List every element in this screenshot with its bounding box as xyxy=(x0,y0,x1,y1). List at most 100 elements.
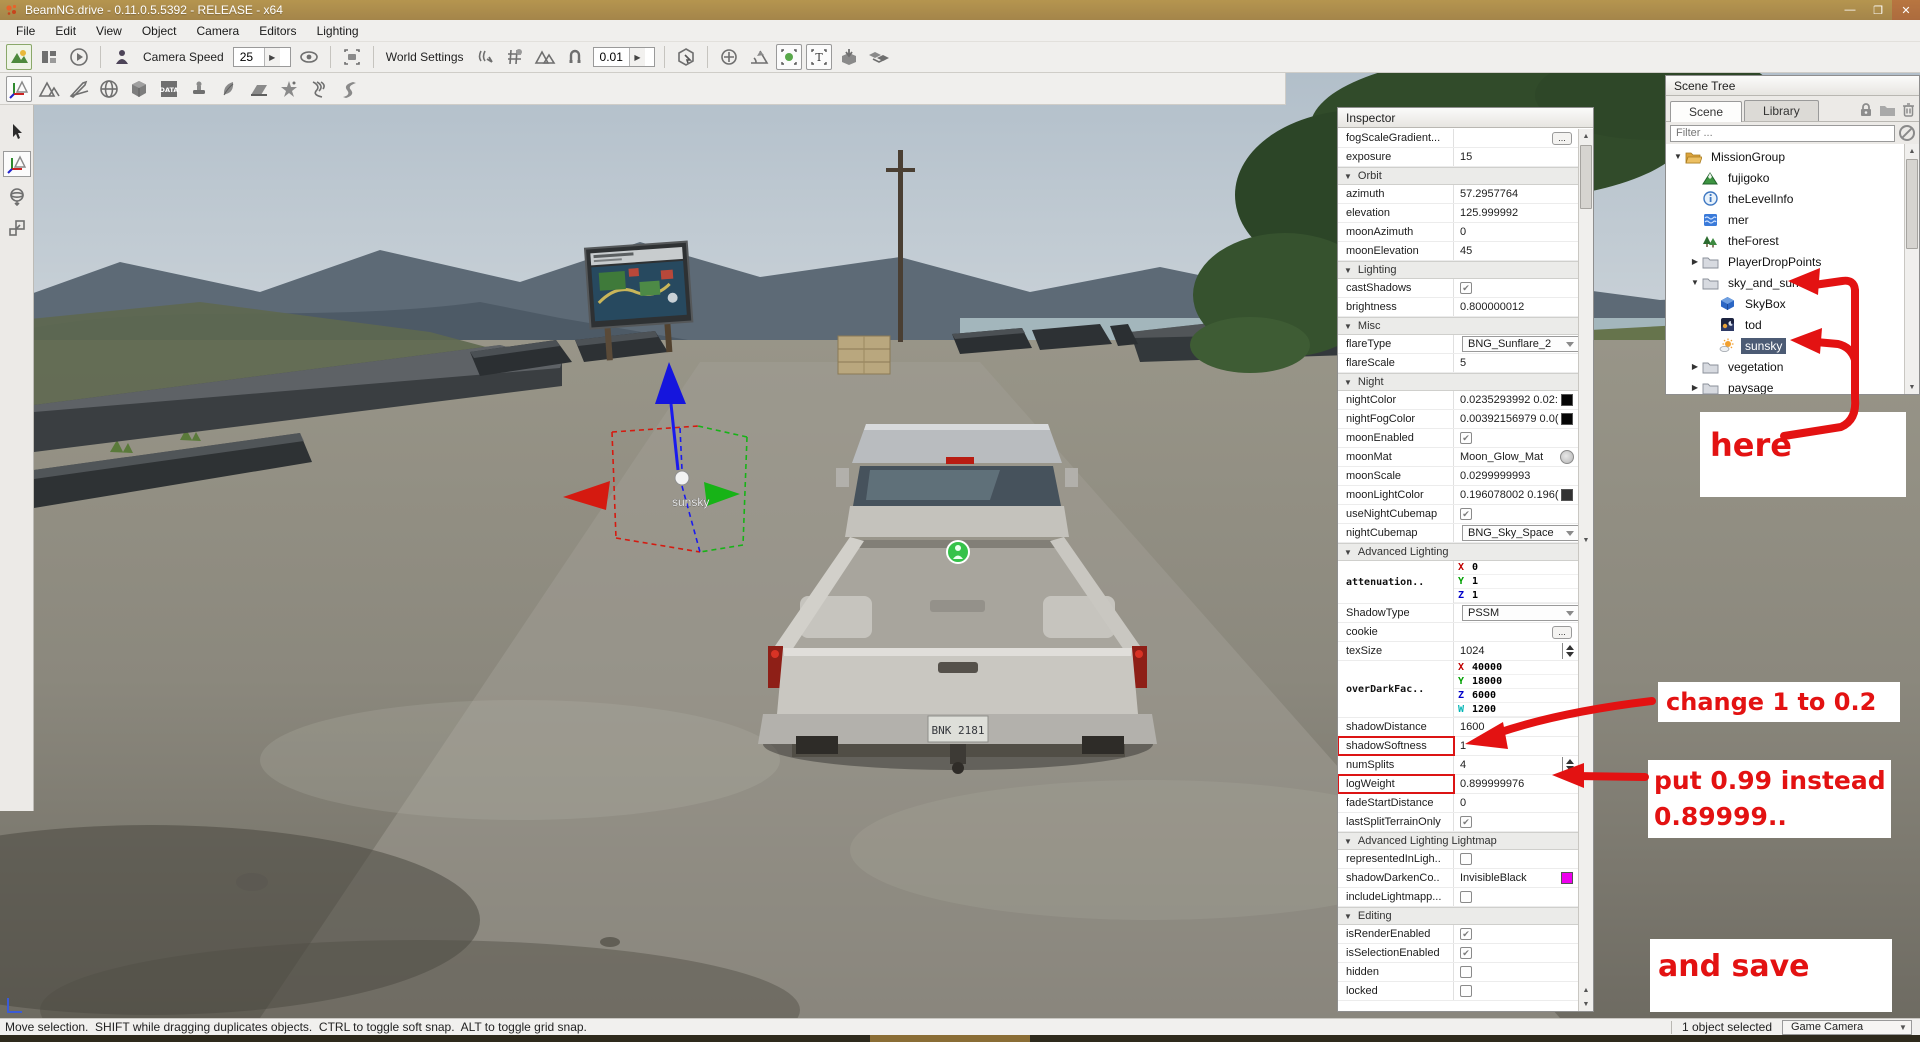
property-value[interactable]: 0.800000012 xyxy=(1454,298,1578,316)
property-value[interactable]: 0 xyxy=(1454,223,1578,241)
property-value[interactable]: Moon_Glow_Mat xyxy=(1454,448,1578,466)
menu-item-file[interactable]: File xyxy=(6,21,45,41)
value-text[interactable]: 1024 xyxy=(1460,645,1484,657)
value-text[interactable]: Moon_Glow_Mat xyxy=(1460,451,1543,463)
world-center-icon[interactable] xyxy=(716,44,742,70)
property-value[interactable]: 5 xyxy=(1454,354,1578,372)
checkbox-checked[interactable]: ✔ xyxy=(1460,928,1472,940)
mesh-road-icon[interactable] xyxy=(246,76,272,102)
checkbox-checked[interactable]: ✔ xyxy=(1460,816,1472,828)
checkbox-unchecked[interactable] xyxy=(1460,891,1472,903)
property-value[interactable]: ... xyxy=(1454,623,1578,641)
inspector-scrollbar[interactable]: ▲ ▼ ▲ ▼ xyxy=(1578,129,1593,1011)
scroll-down-icon[interactable]: ▼ xyxy=(1579,533,1593,547)
vector-component-row[interactable]: X 40000 xyxy=(1454,661,1578,675)
value-text[interactable]: 0.00392156979 0.0( xyxy=(1460,413,1558,425)
camera-mode-dropdown[interactable]: Game Camera ▼ xyxy=(1782,1019,1912,1035)
value-text[interactable]: InvisibleBlack xyxy=(1460,872,1527,884)
property-value[interactable]: 1 xyxy=(1454,737,1578,755)
filter-input[interactable] xyxy=(1670,124,1895,142)
dropdown-arrow-icon[interactable]: ▶ xyxy=(628,48,645,66)
checkbox-unchecked[interactable] xyxy=(1460,966,1472,978)
browse-button[interactable]: ... xyxy=(1552,625,1572,639)
property-value[interactable]: 0.899999976 xyxy=(1454,775,1578,793)
play-icon[interactable] xyxy=(66,44,92,70)
expand-arrow-icon[interactable]: ▶ xyxy=(1689,257,1701,266)
menu-item-edit[interactable]: Edit xyxy=(45,21,86,41)
tree-item-label[interactable]: paysage xyxy=(1724,380,1777,395)
collapse-arrow-icon[interactable]: ▼ xyxy=(1344,172,1352,181)
tree-item-label[interactable]: vegetation xyxy=(1724,359,1787,375)
tree-item-label[interactable]: SkyBox xyxy=(1741,296,1790,312)
value-text[interactable]: 4 xyxy=(1460,759,1466,771)
property-value[interactable]: ✔ xyxy=(1454,813,1578,831)
value-text[interactable]: 5 xyxy=(1460,357,1466,369)
scroll-down-icon[interactable]: ▼ xyxy=(1579,997,1593,1011)
player-camera-icon[interactable] xyxy=(109,44,135,70)
property-value[interactable]: PSSM xyxy=(1454,604,1578,622)
menu-item-view[interactable]: View xyxy=(86,21,132,41)
axis-value[interactable]: 0 xyxy=(1472,562,1478,573)
property-value[interactable]: 15 xyxy=(1454,148,1578,166)
collapse-arrow-icon[interactable]: ▼ xyxy=(1344,378,1352,387)
value-text[interactable]: 0 xyxy=(1460,797,1466,809)
tree-item-tod[interactable]: tod xyxy=(1666,314,1904,335)
property-value[interactable]: 57.2957764 xyxy=(1454,185,1578,203)
property-value[interactable]: InvisibleBlack xyxy=(1454,869,1578,887)
scroll-up-icon[interactable]: ▲ xyxy=(1579,983,1593,997)
number-stepper[interactable] xyxy=(1562,643,1576,659)
object-editor-icon[interactable] xyxy=(6,75,32,102)
tree-item-sky_and_sun[interactable]: ▼ sky_and_sun xyxy=(1666,272,1904,293)
section-header-misc[interactable]: ▼ Misc xyxy=(1338,317,1578,335)
tree-item-label[interactable]: mer xyxy=(1724,212,1753,228)
property-value[interactable]: 0 xyxy=(1454,794,1578,812)
tree-item-label[interactable]: PlayerDropPoints xyxy=(1724,254,1825,270)
color-swatch[interactable] xyxy=(1561,394,1573,406)
terrain-painter-icon[interactable] xyxy=(66,76,92,102)
vector-component-row[interactable]: Y1 xyxy=(1454,575,1578,589)
tree-item-skybox[interactable]: SkyBox xyxy=(1666,293,1904,314)
tree-item-theforest[interactable]: theForest xyxy=(1666,230,1904,251)
collapse-arrow-icon[interactable]: ▼ xyxy=(1344,548,1352,557)
close-button[interactable]: ✕ xyxy=(1892,0,1920,20)
checkbox-checked[interactable]: ✔ xyxy=(1460,282,1472,294)
color-swatch[interactable] xyxy=(1561,872,1573,884)
vector-component-row[interactable]: Z1 xyxy=(1454,589,1578,603)
vector-component-row[interactable]: Z 6000 xyxy=(1454,689,1578,703)
grid-snap-icon[interactable] xyxy=(502,44,528,70)
menu-item-camera[interactable]: Camera xyxy=(187,21,250,41)
collapse-arrow-icon[interactable]: ▼ xyxy=(1344,266,1352,275)
tree-item-label[interactable]: fujigoko xyxy=(1724,170,1773,186)
section-header-advanced-lighting[interactable]: ▼ Advanced Lighting xyxy=(1338,543,1578,561)
section-header-editing[interactable]: ▼ Editing xyxy=(1338,907,1578,925)
tree-item-label[interactable]: sky_and_sun xyxy=(1724,275,1803,291)
camera-speed-dropdown[interactable]: 25 ▶ xyxy=(232,47,291,67)
tree-item-fujigoko[interactable]: fujigoko xyxy=(1666,167,1904,188)
tree-item-paysage[interactable]: ▶ paysage xyxy=(1666,377,1904,395)
axis-value[interactable]: 1 xyxy=(1472,576,1478,587)
scene-tree-scrollbar[interactable]: ▲ ▼ xyxy=(1904,144,1919,394)
menu-item-editors[interactable]: Editors xyxy=(249,21,306,41)
menu-item-lighting[interactable]: Lighting xyxy=(307,21,369,41)
maximize-button[interactable]: ❐ xyxy=(1864,0,1892,20)
scroll-up-icon[interactable]: ▲ xyxy=(1579,129,1593,143)
new-folder-icon[interactable] xyxy=(1879,103,1896,117)
box-export-icon[interactable] xyxy=(866,44,892,70)
delete-trash-icon[interactable] xyxy=(1902,102,1915,117)
tree-item-sunsky[interactable]: sunsky xyxy=(1666,335,1904,356)
scroll-up-icon[interactable]: ▲ xyxy=(1905,144,1919,158)
datablock-editor-icon[interactable]: DATA xyxy=(156,76,182,102)
tree-item-vegetation[interactable]: ▶ vegetation xyxy=(1666,356,1904,377)
value-text[interactable]: 15 xyxy=(1460,151,1472,163)
axis-value[interactable]: 6000 xyxy=(1472,690,1496,701)
checkbox-unchecked[interactable] xyxy=(1460,853,1472,865)
property-value[interactable]: 125.999992 xyxy=(1454,204,1578,222)
browse-button[interactable]: ... xyxy=(1552,131,1572,145)
material-cube-icon[interactable] xyxy=(126,76,152,102)
menu-item-object[interactable]: Object xyxy=(132,21,187,41)
property-value[interactable]: ✔ xyxy=(1454,944,1578,962)
render-bounds-button[interactable] xyxy=(775,44,802,70)
expand-arrow-icon[interactable]: ▼ xyxy=(1689,278,1701,287)
value-text[interactable]: 0.0299999993 xyxy=(1460,470,1530,482)
property-value[interactable]: 0.00392156979 0.0( xyxy=(1454,410,1578,428)
